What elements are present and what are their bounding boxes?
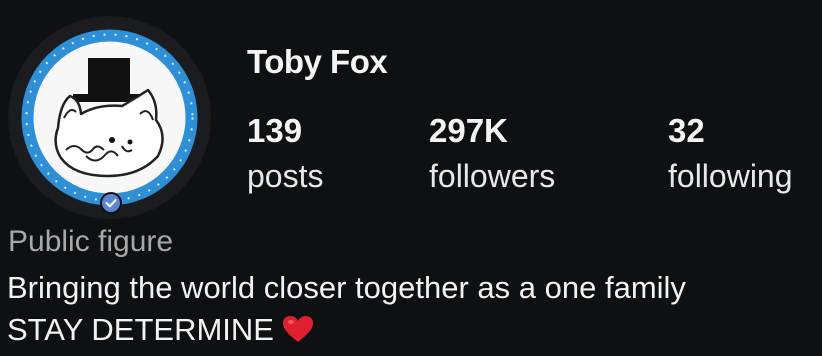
avatar-image	[8, 16, 211, 219]
profile-name: Toby Fox	[247, 43, 388, 80]
stat-following[interactable]: 32 following	[668, 114, 793, 192]
posts-label: posts	[247, 158, 324, 194]
stat-followers[interactable]: 297K followers	[429, 114, 555, 192]
bio-line-1: Bringing the world closer together as a …	[7, 270, 686, 305]
stat-posts[interactable]: 139 posts	[247, 114, 323, 192]
bio-line-2-text: STAY DETERMINE	[7, 312, 274, 347]
profile-header: Toby Fox 139 posts 297K followers 32 fol…	[0, 0, 822, 356]
profile-category: Public figure	[8, 225, 174, 258]
bio-line-2: STAY DETERMINE	[7, 314, 314, 349]
avatar[interactable]	[8, 16, 211, 219]
following-label: following	[668, 158, 793, 194]
dog-avatar-icon	[9, 17, 210, 218]
posts-count: 139	[247, 112, 303, 149]
verified-badge-icon	[100, 192, 122, 214]
followers-count: 297K	[429, 112, 508, 149]
heart-icon	[282, 315, 314, 349]
followers-label: followers	[429, 158, 556, 194]
following-count: 32	[668, 112, 705, 149]
